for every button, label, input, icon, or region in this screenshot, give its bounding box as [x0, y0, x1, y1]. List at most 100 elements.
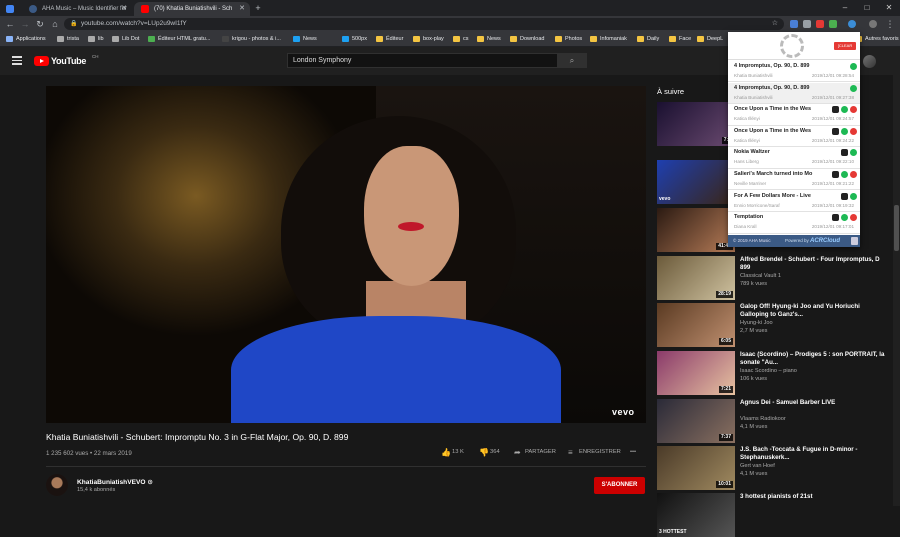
close-icon[interactable]: ✕: [121, 2, 127, 16]
up-next-title[interactable]: Alfred Brendel - Schubert - Four Impromp…: [740, 256, 890, 271]
reload-button[interactable]: ↻: [34, 18, 46, 30]
up-next-channel[interactable]: Classical Vault 1: [740, 273, 890, 279]
channel-name[interactable]: KhatiaBuniatishVEVO ⊙: [77, 478, 153, 486]
avatar[interactable]: [863, 55, 876, 68]
aha-history-item[interactable]: 4 Impromptus, Op. 90, D. 899 Khatia Bunia…: [728, 82, 860, 104]
back-button[interactable]: ←: [4, 18, 16, 30]
video-thumbnail[interactable]: 3 HOTTEST: [657, 493, 735, 537]
close-icon[interactable]: ✕: [239, 2, 245, 16]
hamburger-menu-icon[interactable]: [12, 56, 22, 65]
like-button[interactable]: 👍 13 K: [441, 448, 464, 457]
bookmark-folder-face[interactable]: Face: [669, 32, 691, 47]
bookmark-folder-photos[interactable]: Photos: [555, 32, 582, 47]
up-next-card[interactable]: 7:21 Isaac (Scordino) – Prodiges 5 : son …: [657, 351, 897, 395]
spotify-icon[interactable]: [850, 192, 857, 200]
up-next-card[interactable]: 6:05 Galop Off! Hyung-ki Joo and Yu Horiu…: [657, 303, 897, 347]
extension-translate-icon[interactable]: [790, 20, 798, 28]
video-thumbnail[interactable]: 7:37: [657, 399, 735, 443]
bookmark-folder-box-play[interactable]: box-play: [413, 32, 444, 47]
search-input[interactable]: London Symphony: [287, 53, 558, 68]
menu-dots-icon[interactable]: ⋮: [884, 18, 896, 30]
bookmark-folder-cs[interactable]: cs: [453, 32, 469, 47]
up-next-title[interactable]: Isaac (Scordino) – Prodiges 5 : son PORT…: [740, 351, 890, 366]
up-next-title[interactable]: 3 hottest pianists of 21st: [740, 493, 890, 501]
maximize-button[interactable]: □: [856, 0, 878, 16]
up-next-title[interactable]: J.S. Bach -Toccata & Fugue in D-minor - …: [740, 446, 890, 461]
profile-icon[interactable]: [869, 20, 877, 28]
youtube-icon[interactable]: [850, 214, 857, 222]
bookmark-star-icon[interactable]: ☆: [772, 18, 778, 30]
deezer-icon[interactable]: [832, 214, 839, 222]
spotify-icon[interactable]: [841, 127, 848, 135]
video-player[interactable]: vevo: [46, 86, 646, 423]
youtube-icon[interactable]: [850, 106, 857, 114]
extension-record-icon[interactable]: [816, 20, 824, 28]
bookmark-applications[interactable]: Applications: [6, 32, 46, 47]
deezer-icon[interactable]: [832, 106, 839, 114]
up-next-card[interactable]: 10:01 J.S. Bach -Toccata & Fugue in D-min…: [657, 446, 897, 490]
tab-aha-music[interactable]: AHA Music – Music Identifier for ✕: [22, 2, 132, 16]
bookmark-folder-download[interactable]: Download: [510, 32, 544, 47]
scrollbar-thumb[interactable]: [894, 205, 899, 251]
video-thumbnail[interactable]: 10:01: [657, 446, 735, 490]
up-next-card[interactable]: 3 HOTTEST 3 hottest pianists of 21st: [657, 493, 897, 537]
spotify-icon[interactable]: [850, 63, 857, 70]
aha-music-extension-icon[interactable]: [848, 20, 856, 28]
bookmark-other-favorites[interactable]: Autres favoris: [855, 32, 899, 47]
tab-youtube[interactable]: (70) Khatia Buniatishvili - Sch ✕: [134, 2, 250, 16]
bookmark-folder-news[interactable]: News: [477, 32, 501, 47]
video-thumbnail[interactable]: vevo: [657, 160, 735, 204]
bookmark-news-twitter[interactable]: News: [293, 32, 317, 47]
page-scrollbar[interactable]: [893, 75, 900, 506]
tab-vpn[interactable]: [2, 2, 18, 16]
video-thumbnail[interactable]: 6:05: [657, 303, 735, 347]
up-next-title[interactable]: Agnus Dei - Samuel Barber LIVE: [740, 399, 890, 407]
deezer-icon[interactable]: [841, 149, 848, 157]
home-button[interactable]: ⌂: [49, 18, 61, 30]
bookmark-folder-daily[interactable]: Daily: [637, 32, 659, 47]
up-next-title[interactable]: Galop Off! Hyung-ki Joo and Yu Horiuchi …: [740, 303, 890, 318]
search-button[interactable]: ⌕: [557, 53, 587, 68]
spotify-icon[interactable]: [850, 149, 857, 157]
aha-history-item[interactable]: Salieri's March turned into Mo Neville Ma…: [728, 169, 860, 191]
bookmark-lib[interactable]: lib: [88, 32, 104, 47]
collapse-icon[interactable]: [851, 237, 858, 245]
aha-history-item[interactable]: Once Upon a Time in the Wes Katica Illény…: [728, 104, 860, 126]
aha-history-item[interactable]: 4 Impromptus, Op. 90, D. 899 Khatia Bunia…: [728, 61, 860, 83]
more-actions-button[interactable]: •••: [620, 449, 636, 455]
aha-history-item[interactable]: Nokia Waltzer Hans Liberg 2019/12/01 09:22…: [728, 147, 860, 169]
youtube-icon[interactable]: [850, 127, 857, 135]
spotify-icon[interactable]: [841, 214, 848, 222]
up-next-channel[interactable]: Gert van Hoef: [740, 463, 890, 469]
video-thumbnail[interactable]: 28:19: [657, 256, 735, 300]
bookmark-editeur-html[interactable]: Éditeur HTML gratu...: [148, 32, 210, 47]
extension-cast-icon[interactable]: [803, 20, 811, 28]
up-next-card[interactable]: 28:19 Alfred Brendel - Schubert - Four Im…: [657, 256, 897, 300]
minimize-button[interactable]: –: [834, 0, 856, 16]
bookmark-folder-editeur[interactable]: Éditeur: [376, 32, 403, 47]
up-next-channel[interactable]: Vlaams Radiokoor: [740, 416, 890, 422]
deezer-icon[interactable]: [832, 127, 839, 135]
bookmark-lib-dot[interactable]: Lib Dot: [112, 32, 139, 47]
video-thumbnail[interactable]: 41:48: [657, 208, 735, 252]
up-next-card[interactable]: 7:37 Agnus Dei - Samuel Barber LIVE Vlaams…: [657, 399, 897, 443]
bookmark-folder-deepl[interactable]: DeepL: [697, 32, 723, 47]
extension-green-icon[interactable]: [829, 20, 837, 28]
video-thumbnail[interactable]: 7:21: [657, 351, 735, 395]
spotify-icon[interactable]: [850, 84, 857, 92]
aha-history-item[interactable]: Temptation Diana Krall 2019/12/01 09:17:01: [728, 212, 860, 234]
clear-all-button[interactable]: [CLEAR ALL]: [834, 42, 856, 56]
bookmark-trista[interactable]: trista: [57, 32, 79, 47]
close-window-button[interactable]: ✕: [878, 0, 900, 16]
spotify-icon[interactable]: [841, 106, 848, 114]
bookmark-500px[interactable]: 500px: [342, 32, 367, 47]
share-button[interactable]: ➦ PARTAGER: [514, 448, 556, 457]
up-next-channel[interactable]: Isaac Scordino – piano: [740, 368, 890, 374]
video-thumbnail[interactable]: 7:4: [657, 102, 735, 146]
deezer-icon[interactable]: [841, 192, 848, 200]
new-tab-button[interactable]: +: [252, 2, 264, 14]
address-bar[interactable]: 🔒 youtube.com/watch?v=LUp2u9wI1fY ☆: [64, 18, 784, 30]
aha-history-item[interactable]: Once Upon a Time in the Wes Katica Illény…: [728, 125, 860, 148]
save-button[interactable]: ≡ ENREGISTRER: [568, 448, 621, 457]
aha-history-item[interactable]: For A Few Dollars More - Live Ennio Morri…: [728, 190, 860, 212]
